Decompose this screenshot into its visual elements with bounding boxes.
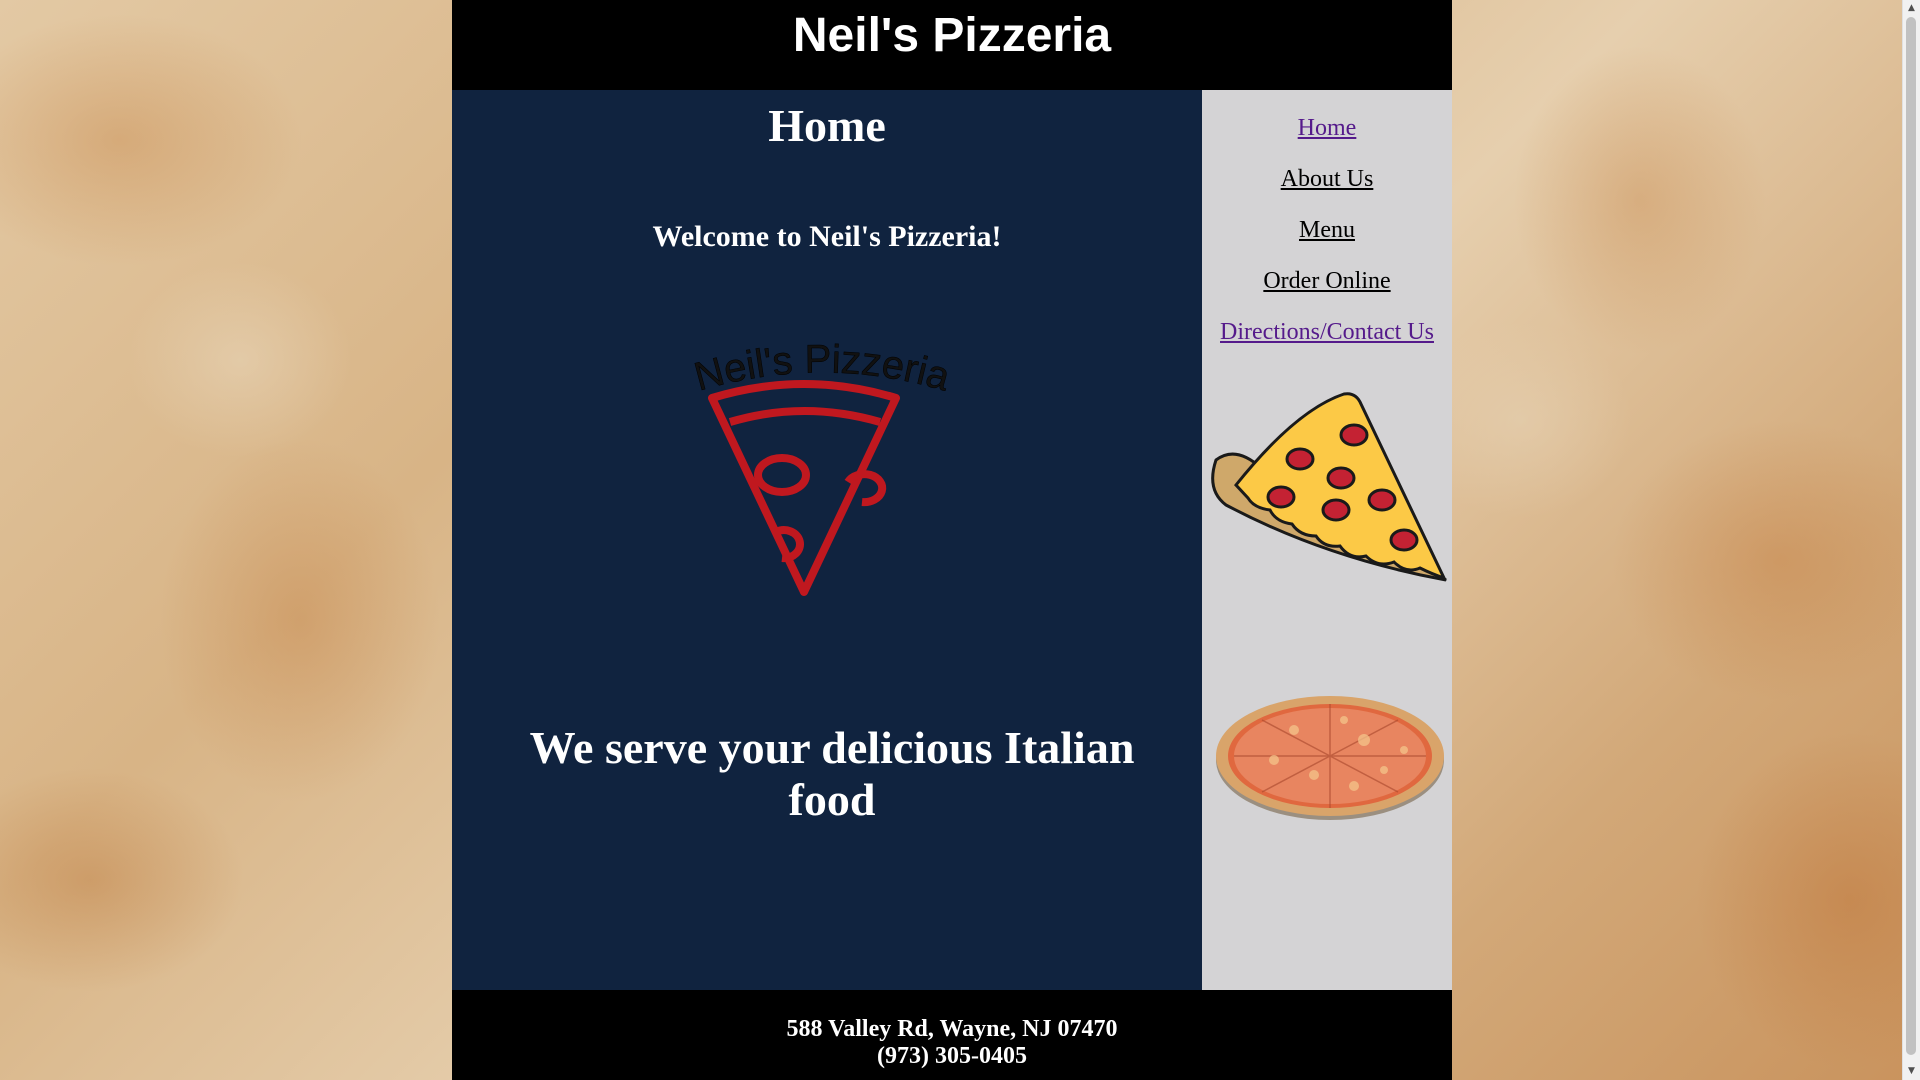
whole-pizza-image: [1216, 696, 1444, 820]
sidebar: Home About Us Menu Order Online Directio…: [1202, 90, 1452, 990]
vertical-scrollbar[interactable]: ▲ ▼: [1902, 0, 1920, 1080]
pepperoni-slice-image: [1211, 392, 1447, 582]
sidebar-nav: Home About Us Menu Order Online Directio…: [1202, 90, 1452, 367]
welcome-text: Welcome to Neil's Pizzeria!: [652, 220, 1002, 253]
nav-link-menu[interactable]: Menu: [1299, 217, 1355, 243]
nav-link-order-online[interactable]: Order Online: [1263, 268, 1390, 294]
main-content: Home Welcome to Neil's Pizzeria! Neil's …: [452, 90, 1202, 990]
pizzeria-logo: Neil's Pizzeria: [689, 340, 955, 596]
pizza-slice-outline-icon: [708, 380, 900, 596]
nav-link-home[interactable]: Home: [1298, 115, 1357, 141]
scroll-down-arrow-icon[interactable]: ▼: [1903, 1063, 1920, 1080]
scroll-up-arrow-icon[interactable]: ▲: [1903, 0, 1920, 17]
site-footer: 588 Valley Rd, Wayne, NJ 07470 (973) 305…: [452, 990, 1452, 1080]
site-title: Neil's Pizzeria: [792, 9, 1112, 62]
nav-link-directions-contact[interactable]: Directions/Contact Us: [1220, 319, 1434, 345]
footer-phone: (973) 305-0405: [877, 1043, 1027, 1069]
site-header: Neil's Pizzeria: [452, 0, 1452, 90]
scrollbar-thumb[interactable]: [1906, 17, 1916, 1055]
footer-address: 588 Valley Rd, Wayne, NJ 07470: [786, 1016, 1118, 1042]
tagline: We serve your delicious Italian food: [529, 722, 1135, 825]
page-heading: Home: [768, 100, 886, 151]
page-container: Neil's Pizzeria Home Welcome to Neil's P…: [452, 0, 1452, 1080]
nav-link-about-us[interactable]: About Us: [1281, 166, 1374, 192]
